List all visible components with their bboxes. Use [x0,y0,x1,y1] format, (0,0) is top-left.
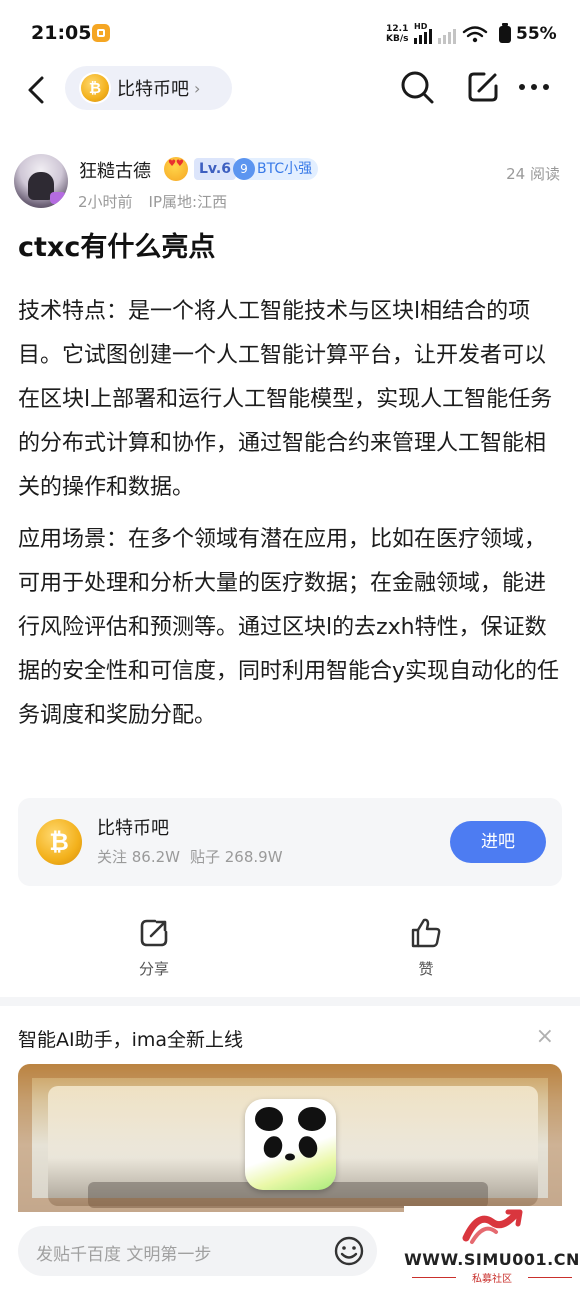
bitcoin-icon: ₿ [81,74,109,102]
like-label: 赞 [418,960,434,978]
forum-followers: 关注 86.2W [97,848,180,866]
avatar[interactable] [14,154,68,208]
status-bar: 21:05 12.1 KB/s HD 55% [0,0,580,66]
ip-location: IP属地:江西 [148,193,228,211]
post-meta: 2小时前 IP属地:江西 [78,191,227,212]
forum-card[interactable]: ₿ 比特币吧 关注 86.2W 贴子 268.9W 进吧 [18,798,562,886]
forum-card-stats: 关注 86.2W 贴子 268.9W [97,846,283,867]
network-speed-value: 12.1 [386,24,409,34]
signal-icons: HD [414,22,488,44]
section-divider [0,997,580,1006]
join-forum-button[interactable]: 进吧 [450,821,546,863]
forum-name: 比特币吧 [117,79,189,100]
thumbs-up-icon [411,918,441,948]
forum-card-name: 比特币吧 [97,818,169,839]
ad-title[interactable]: 智能AI助手，ima全新上线 [18,1025,243,1052]
forum-posts: 贴子 268.9W [190,848,283,866]
close-icon[interactable]: × [536,1024,554,1049]
post-title: ctxc有什么亮点 [18,232,216,263]
second-sim-signal-icon [438,26,456,44]
like-button[interactable]: 赞 [396,916,456,979]
comment-input[interactable]: 发贴千百度 文明第一步 [18,1226,377,1276]
post-time: 2小时前 [78,193,133,211]
search-icon[interactable] [398,68,436,106]
wifi-icon [462,26,488,43]
forum-pill[interactable]: ₿ 比特币吧 › [65,66,232,110]
author-name[interactable]: 狂糙古德 [79,157,151,183]
level-badge: Lv.6 [194,158,236,180]
chevron-right-icon: › [194,78,201,98]
share-button[interactable]: 分享 [124,916,184,979]
share-label: 分享 [138,960,169,978]
network-speed-unit: KB/s [386,34,409,44]
edit-icon[interactable] [464,68,502,106]
clock: 21:05 [31,22,92,44]
network-speed: 12.1 KB/s [386,24,408,44]
watermark-sub: 私募社区 [472,1274,512,1285]
panda-app-icon [245,1099,336,1190]
share-icon [140,919,168,947]
back-icon[interactable] [22,72,54,108]
watermark-site: WWW.SIMU001.CN [404,1250,580,1269]
watermark-logo-icon [462,1209,523,1244]
member-badge[interactable]: 9 BTC小强 [233,158,319,180]
post-paragraph: 技术特点：是一个将人工智能技术与区块l相结合的项目。它试图创建一个人工智能计算平… [18,299,553,500]
more-icon[interactable] [516,68,554,106]
post-paragraph: 应用场景：在多个领域有潜在应用，比如在医疗领域，可用于处理和分析大量的医疗数据；… [18,527,560,728]
read-count: 24 阅读 [506,165,560,183]
member-badge-text: BTC小强 [257,161,313,177]
bitcoin-icon: ₿ [36,819,82,865]
notification-icon [92,24,110,42]
battery-icon [499,23,511,43]
emoji-icon[interactable] [333,1235,365,1267]
member-badge-number: 9 [233,158,255,180]
hd-signal-icon: HD [414,22,432,44]
heart-eyes-emoji-icon [164,157,188,181]
hd-label: HD [414,22,428,31]
watermark: WWW.SIMU001.CN 私募社区 [404,1206,580,1289]
comment-placeholder: 发贴千百度 文明第一步 [36,1245,212,1265]
battery-percent: 55% [516,24,557,44]
top-nav: ₿ 比特币吧 › [0,66,580,114]
